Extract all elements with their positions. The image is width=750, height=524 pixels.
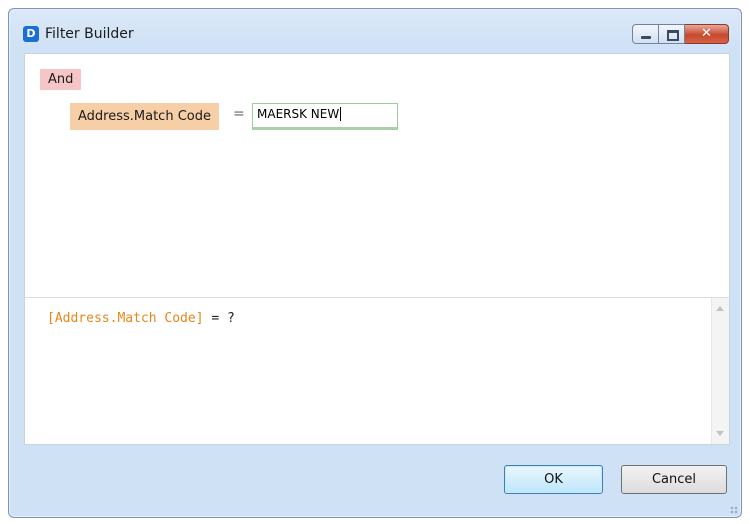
scroll-up-icon[interactable] (716, 306, 724, 311)
expression-editor[interactable]: [Address.Match Code] = ? (24, 297, 730, 445)
minimize-icon (641, 36, 651, 39)
close-icon: ✕ (701, 26, 712, 41)
cancel-button[interactable]: Cancel (621, 465, 727, 494)
condition-field[interactable]: Address.Match Code (70, 103, 219, 130)
group-operator-and[interactable]: And (40, 69, 82, 90)
condition-value-input[interactable]: MAERSK NEW (252, 103, 398, 130)
vertical-scrollbar[interactable] (711, 298, 729, 444)
condition-operator[interactable]: = (233, 106, 245, 123)
expression-field: [Address.Match Code] (47, 311, 204, 326)
window-title: Filter Builder (45, 26, 134, 42)
maximize-icon (667, 30, 679, 41)
expression-text: [Address.Match Code] = ? (47, 310, 235, 328)
ok-button[interactable]: OK (504, 465, 603, 494)
filter-tree-panel: And Address.Match Code = MAERSK NEW (24, 53, 730, 298)
title-bar[interactable]: D Filter Builder ✕ (9, 9, 741, 53)
resize-grip-icon[interactable] (730, 506, 738, 514)
filter-builder-window: D Filter Builder ✕ And Address.Match Cod… (8, 8, 742, 518)
window-controls: ✕ (632, 24, 729, 44)
app-icon: D (23, 26, 39, 42)
text-caret (340, 107, 342, 121)
expression-operator: = ? (203, 311, 235, 326)
scroll-down-icon[interactable] (716, 431, 724, 436)
close-button[interactable]: ✕ (685, 24, 729, 44)
condition-value-text: MAERSK NEW (257, 107, 340, 121)
minimize-button[interactable] (632, 24, 659, 44)
maximize-button[interactable] (659, 24, 685, 44)
